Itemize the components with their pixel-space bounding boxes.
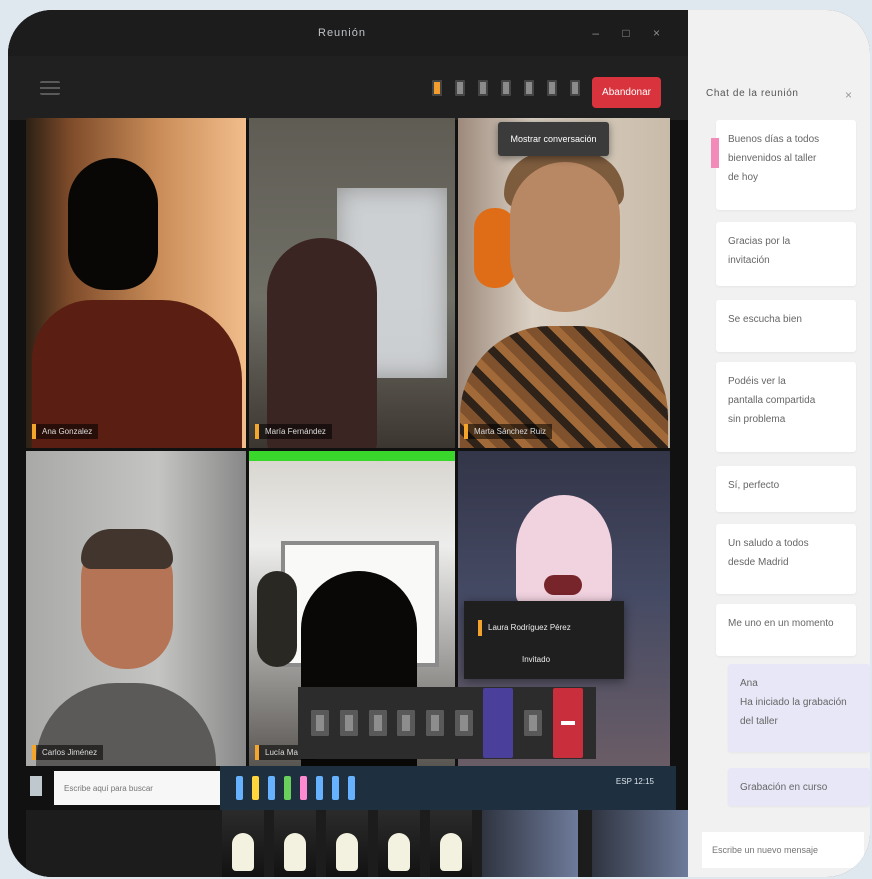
video-grid: Ana Gonzalez María Fernández Marta Sánch… [26, 118, 670, 769]
participants-icon[interactable] [432, 80, 442, 96]
doll-thumbnail [284, 833, 306, 871]
chat-message: Gracias por la invitación [716, 222, 856, 286]
share-icon[interactable] [397, 710, 416, 736]
avatar-mouth [544, 575, 582, 595]
participant-hair [81, 529, 173, 569]
participant-tile[interactable]: Marta Sánchez Ruiz [458, 118, 670, 448]
store-icon[interactable] [284, 776, 291, 800]
taskbar-search-input[interactable] [54, 771, 224, 805]
reaction-icon[interactable] [478, 80, 488, 96]
folder-icon[interactable] [252, 776, 259, 800]
hang-up-button[interactable] [552, 688, 583, 758]
leave-button[interactable]: Abandonar [592, 77, 661, 108]
participant-thumbnail[interactable] [378, 810, 420, 877]
close-icon[interactable]: × [845, 88, 852, 102]
mic-icon[interactable] [368, 710, 387, 736]
toolbar-tooltip: Mostrar conversación [498, 122, 609, 156]
chat-title: Chat de la reunión [706, 88, 799, 99]
teams-meeting-window: Reunión – □ × Abandonar Mostrar conversa… [8, 10, 870, 877]
participant-thumbnail[interactable] [592, 810, 688, 877]
hand-icon[interactable] [454, 710, 473, 736]
chat-system-message: Grabación en curso [728, 768, 870, 806]
window-controls[interactable]: – □ × [592, 26, 670, 40]
participant-video [68, 158, 158, 290]
participant-video [267, 238, 377, 448]
chat-message: Se escucha bien [716, 300, 856, 352]
chat-message: Podéis ver la pantalla compartida sin pr… [716, 362, 856, 452]
participant-thumbnail[interactable] [430, 810, 472, 877]
chat-message: Un saludo a todos desde Madrid [716, 524, 856, 594]
participant-thumbnail[interactable] [222, 810, 264, 877]
participant-tile[interactable]: Ana Gonzalez [26, 118, 246, 448]
participant-strip [26, 810, 692, 877]
start-icon[interactable] [30, 776, 42, 796]
teams-icon[interactable] [300, 776, 307, 800]
doll-thumbnail [336, 833, 358, 871]
participant-name: María Fernández [255, 424, 332, 439]
participant-name: Marta Sánchez Ruiz [464, 424, 553, 439]
taskbar-app-strip: ESP 12:15 [220, 766, 676, 810]
mic-icon[interactable] [547, 80, 557, 96]
toolbar-icons [432, 80, 580, 96]
participant-thumbnail[interactable] [482, 810, 578, 877]
camera-icon[interactable] [339, 710, 358, 736]
chat-icon[interactable] [455, 80, 465, 96]
share-icon[interactable] [570, 80, 580, 96]
participant-name: Carlos Jiménez [32, 745, 104, 760]
camera-icon[interactable] [524, 80, 534, 96]
settings-icon[interactable] [332, 776, 339, 800]
floating-meeting-controls [298, 687, 596, 759]
participant-thumbnail[interactable] [274, 810, 316, 877]
system-tray-text: ESP 12:15 [615, 777, 654, 786]
chat-system-message: Ana Ha iniciado la grabación del taller [728, 664, 870, 752]
browser-icon[interactable] [268, 776, 275, 800]
chat-compose-input[interactable] [702, 832, 864, 868]
mail-icon[interactable] [316, 776, 323, 800]
chat-icon[interactable] [483, 688, 514, 758]
photos-icon[interactable] [348, 776, 355, 800]
participant-tile[interactable]: María Fernández [249, 118, 455, 448]
meeting-toolbar: Abandonar [8, 56, 688, 120]
doll-thumbnail [232, 833, 254, 871]
participant-tile[interactable]: Carlos Jiménez [26, 451, 246, 769]
chat-message: Me uno en un momento [716, 604, 856, 656]
window-title: Reunión [318, 27, 366, 39]
menu-icon[interactable] [40, 81, 60, 95]
windows-taskbar: ESP 12:15 [26, 766, 676, 810]
active-speaker-indicator [249, 451, 455, 461]
doll-thumbnail [388, 833, 410, 871]
doll-thumbnail [440, 833, 462, 871]
plant-decoration [257, 571, 297, 667]
hover-participant-role: Invitado [522, 655, 551, 664]
participant-name: Ana Gonzalez [32, 424, 99, 439]
participants-icon[interactable] [523, 710, 542, 736]
file-explorer-icon[interactable] [236, 776, 243, 800]
chat-message: Sí, perfecto [716, 466, 856, 512]
participant-video [510, 162, 620, 312]
taskbar-icons [236, 776, 355, 800]
meeting-chat-sidebar: Chat de la reunión × Buenos días a todos… [688, 10, 870, 877]
timer-icon [311, 710, 330, 736]
window-titlebar: Reunión – □ × [8, 10, 688, 56]
participant-thumbnail[interactable] [326, 810, 368, 877]
meeting-stage: Reunión – □ × Abandonar Mostrar conversa… [8, 10, 692, 877]
hover-participant-name: Laura Rodríguez Pérez [478, 620, 616, 636]
more-icon[interactable] [501, 80, 511, 96]
chat-message: Buenos días a todos bienvenidos al talle… [711, 120, 856, 210]
participant-hover-card[interactable]: Laura Rodríguez Pérez Invitado [464, 601, 624, 679]
more-icon[interactable] [425, 710, 444, 736]
